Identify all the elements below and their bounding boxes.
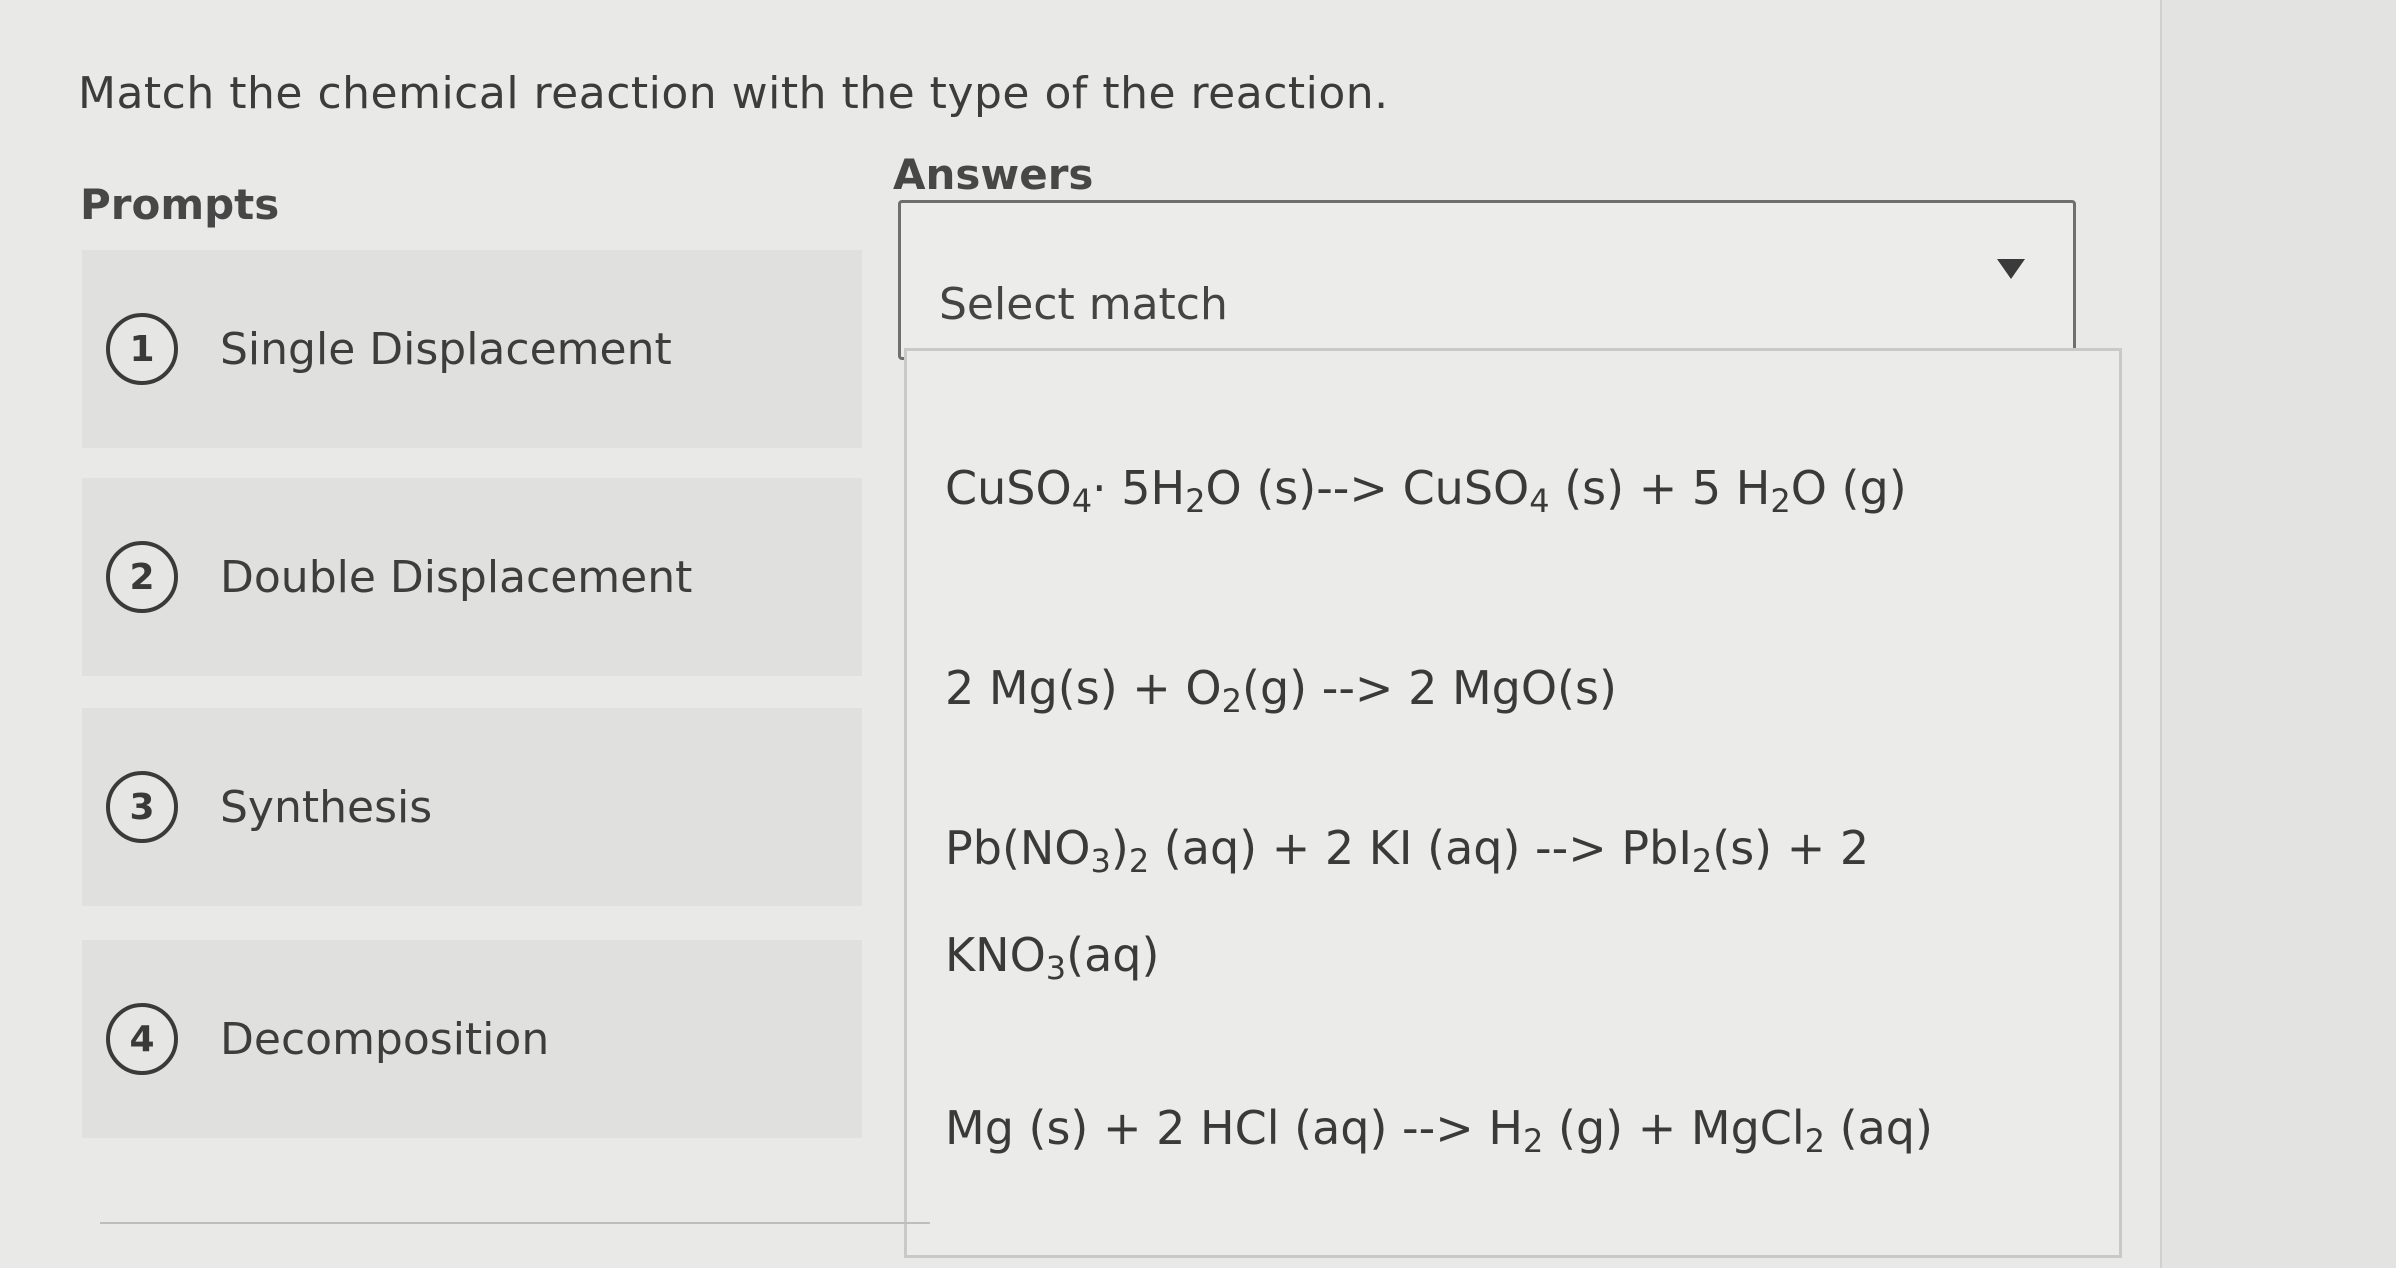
option-cuso4-decomposition[interactable]: CuSO4· 5H2O (s)--> CuSO4 (s) + 5 H2O (g) [945, 441, 2085, 548]
prompt-number-badge: 2 [106, 541, 178, 613]
prompt-item-4[interactable]: 4 Decomposition [82, 940, 862, 1138]
answers-heading: Answers [893, 150, 1094, 199]
question-text: Match the chemical reaction with the typ… [78, 68, 1389, 119]
prompt-item-1[interactable]: 1 Single Displacement [82, 250, 862, 448]
prompt-item-2[interactable]: 2 Double Displacement [82, 478, 862, 676]
option-mg-hcl[interactable]: Mg (s) + 2 HCl (aq) --> H2 (g) + MgCl2 (… [945, 1081, 2085, 1188]
prompt-label: Double Displacement [220, 551, 693, 603]
prompt-number-badge: 1 [106, 313, 178, 385]
caret-down-icon[interactable] [1997, 259, 2025, 279]
prompts-heading: Prompts [80, 180, 280, 229]
prompt-label: Single Displacement [220, 323, 672, 375]
prompt-number-badge: 3 [106, 771, 178, 843]
match-select-dropdown[interactable]: Select match [898, 200, 2076, 360]
select-placeholder: Select match [939, 279, 1228, 330]
prompt-number-badge: 4 [106, 1003, 178, 1075]
question-card: Match the chemical reaction with the typ… [0, 0, 2162, 1268]
option-pbno3-ki[interactable]: Pb(NO3)2 (aq) + 2 KI (aq) --> PbI2(s) + … [945, 801, 2085, 1015]
options-list: CuSO4· 5H2O (s)--> CuSO4 (s) + 5 H2O (g)… [904, 348, 2122, 1258]
prompt-item-3[interactable]: 3 Synthesis [82, 708, 862, 906]
prompt-label: Decomposition [220, 1013, 550, 1065]
option-mg-o2-synthesis[interactable]: 2 Mg(s) + O2(g) --> 2 MgO(s) [945, 641, 2085, 748]
divider [100, 1222, 930, 1224]
prompt-label: Synthesis [220, 781, 433, 833]
